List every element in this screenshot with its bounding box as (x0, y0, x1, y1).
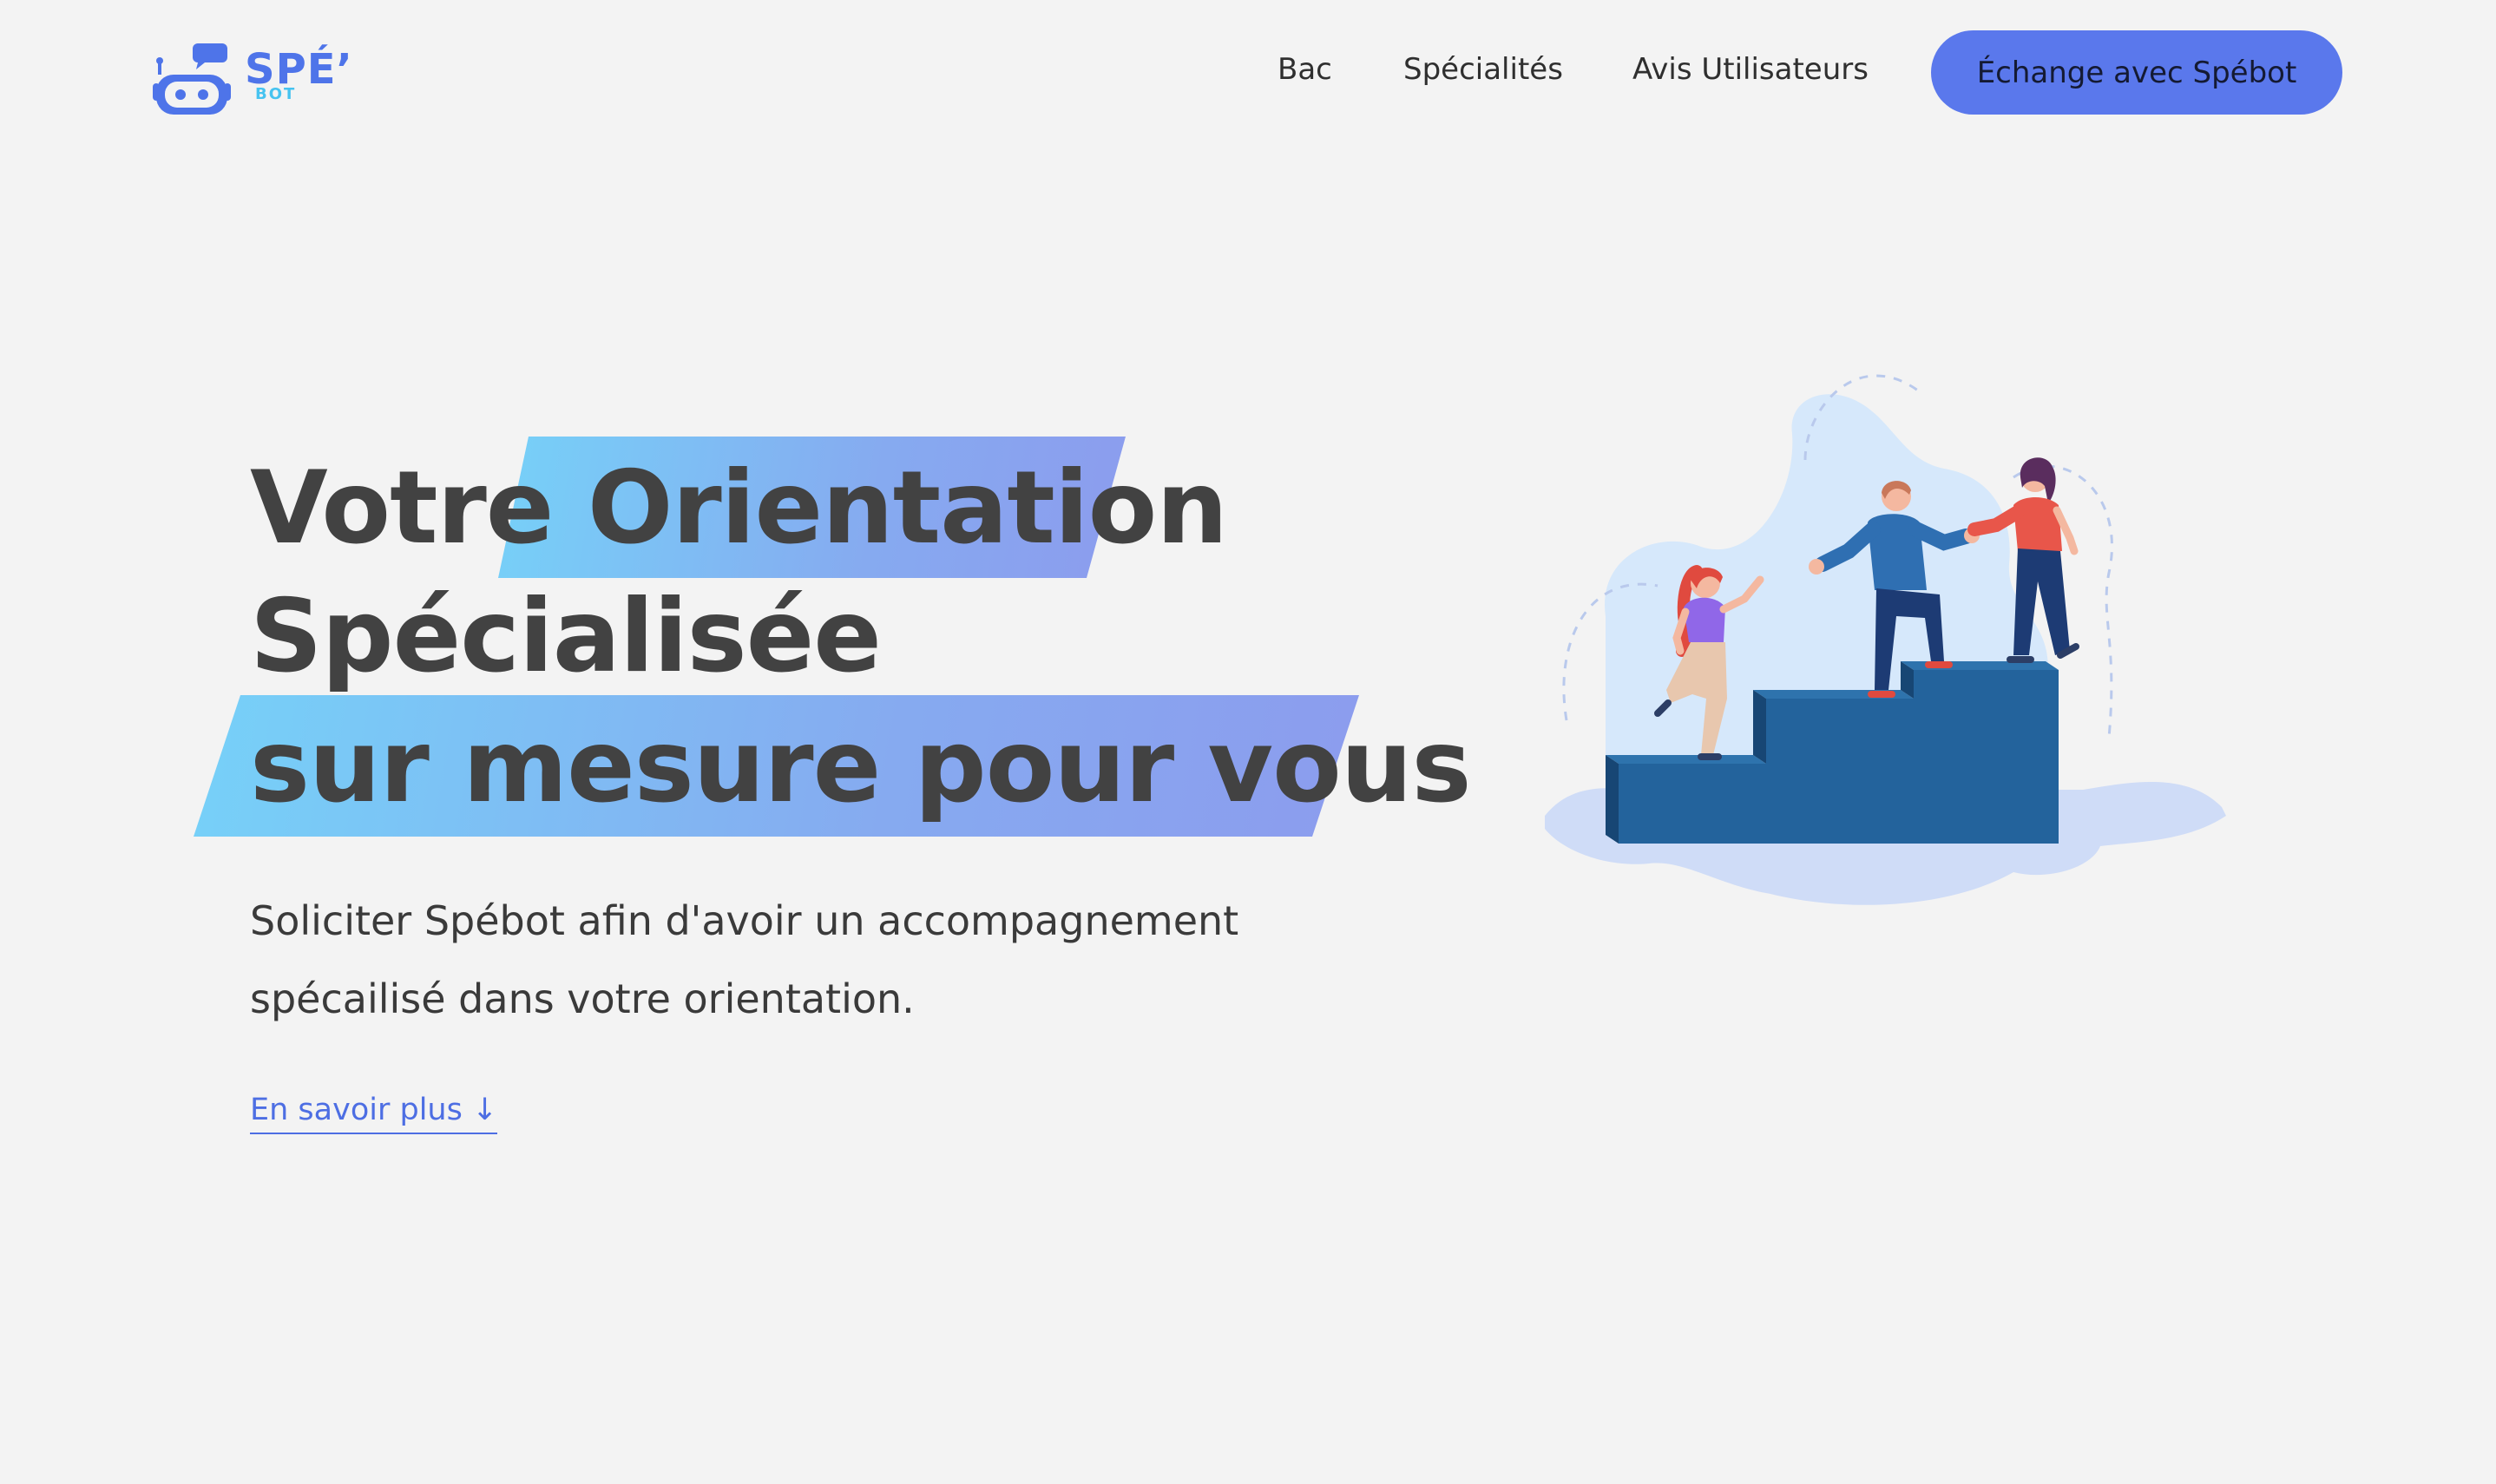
chat-with-spebot-button[interactable]: Échange avec Spébot (1931, 30, 2342, 115)
nav-item-specialites[interactable]: Spécialités (1403, 52, 1563, 87)
robot-logo-icon (153, 43, 231, 115)
logo[interactable]: SPÉ’ BOT (153, 40, 352, 116)
hero-subtitle-line-1: Soliciter Spébot afin d'avoir un accompa… (250, 897, 1239, 944)
title-word-plain: Votre (250, 450, 554, 567)
stairs-helping-illustration (1545, 374, 2226, 905)
title-word-highlight: Orientation (587, 450, 1228, 567)
learn-more-link[interactable]: En savoir plus ↓ (250, 1095, 498, 1134)
landing-page: SPÉ’ BOT Bac Spécialités Avis Utilisateu… (0, 0, 2496, 1484)
hero-subtitle-line-2: spécailisé dans votre orientation. (250, 975, 915, 1022)
page-title-line-3: sur mesure pour vous (250, 708, 1471, 825)
nav-item-bac[interactable]: Bac (1278, 52, 1332, 87)
page-title-line-2: Spécialisée (250, 578, 882, 695)
page-title-line-1: Votre Orientation (250, 458, 1228, 559)
nav-item-avis-utilisateurs[interactable]: Avis Utilisateurs (1632, 52, 1869, 87)
logo-tag: BOT (255, 85, 297, 103)
